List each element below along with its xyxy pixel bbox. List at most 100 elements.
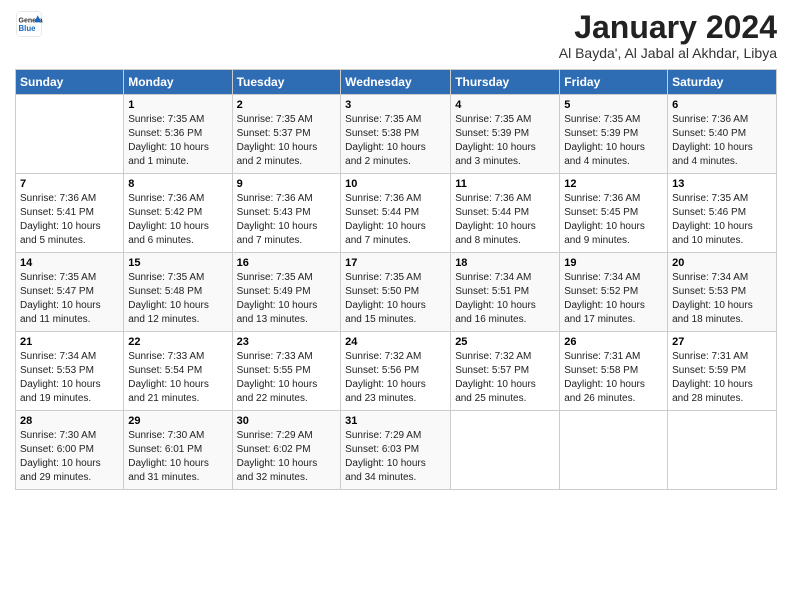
day-number: 26 [564, 336, 663, 348]
header-day-monday: Monday [124, 70, 232, 95]
day-number: 22 [128, 336, 227, 348]
day-number: 18 [455, 257, 555, 269]
day-number: 23 [237, 336, 337, 348]
day-info: Sunrise: 7:32 AM Sunset: 5:56 PM Dayligh… [345, 350, 446, 406]
day-cell: 12 Sunrise: 7:36 AM Sunset: 5:45 PM Dayli… [560, 174, 668, 253]
day-number: 6 [672, 99, 772, 111]
day-info: Sunrise: 7:36 AM Sunset: 5:44 PM Dayligh… [345, 192, 446, 248]
day-info: Sunrise: 7:31 AM Sunset: 5:58 PM Dayligh… [564, 350, 663, 406]
title-block: January 2024 Al Bayda', Al Jabal al Akhd… [559, 10, 777, 61]
day-info: Sunrise: 7:29 AM Sunset: 6:02 PM Dayligh… [237, 429, 337, 485]
header-day-sunday: Sunday [16, 70, 124, 95]
day-number: 10 [345, 178, 446, 190]
day-cell: 15Sunrise: 7:35 AM Sunset: 5:48 PM Dayli… [124, 253, 232, 332]
header-day-saturday: Saturday [668, 70, 777, 95]
week-row-3: 14 Sunrise: 7:35 AM Sunset: 5:47 PM Dayli… [16, 253, 777, 332]
day-cell: 26 Sunrise: 7:31 AM Sunset: 5:58 PM Dayli… [560, 332, 668, 411]
day-info: Sunrise: 7:34 AM Sunset: 5:52 PM Dayligh… [564, 271, 663, 327]
day-cell: 7Sunrise: 7:36 AM Sunset: 5:41 PM Daylig… [16, 174, 124, 253]
header-day-friday: Friday [560, 70, 668, 95]
day-number: 1 [128, 99, 227, 111]
day-cell: 28 Sunrise: 7:30 AM Sunset: 6:00 PM Dayli… [16, 411, 124, 490]
day-cell [451, 411, 560, 490]
day-info: Sunrise: 7:35 AM Sunset: 5:47 PM Dayligh… [20, 271, 119, 327]
day-info: Sunrise: 7:35 AM Sunset: 5:49 PM Dayligh… [237, 271, 337, 327]
day-number: 14 [20, 257, 119, 269]
day-info: Sunrise: 7:34 AM Sunset: 5:51 PM Dayligh… [455, 271, 555, 327]
day-cell: 16 Sunrise: 7:35 AM Sunset: 5:49 PM Dayli… [232, 253, 341, 332]
week-row-1: 1 Sunrise: 7:35 AM Sunset: 5:36 PM Daylig… [16, 95, 777, 174]
day-number: 15 [128, 257, 227, 269]
day-number: 27 [672, 336, 772, 348]
day-number: 29 [128, 415, 227, 427]
day-number: 19 [564, 257, 663, 269]
day-cell: 10 Sunrise: 7:36 AM Sunset: 5:44 PM Dayli… [341, 174, 451, 253]
day-info: Sunrise: 7:33 AM Sunset: 5:55 PM Dayligh… [237, 350, 337, 406]
logo: General Blue [15, 10, 43, 38]
day-info: Sunrise: 7:36 AM Sunset: 5:45 PM Dayligh… [564, 192, 663, 248]
week-row-2: 7Sunrise: 7:36 AM Sunset: 5:41 PM Daylig… [16, 174, 777, 253]
day-info: Sunrise: 7:34 AM Sunset: 5:53 PM Dayligh… [672, 271, 772, 327]
day-number: 11 [455, 178, 555, 190]
day-cell: 27Sunrise: 7:31 AM Sunset: 5:59 PM Dayli… [668, 332, 777, 411]
day-number: 2 [237, 99, 337, 111]
day-number: 30 [237, 415, 337, 427]
day-info: Sunrise: 7:32 AM Sunset: 5:57 PM Dayligh… [455, 350, 555, 406]
day-number: 12 [564, 178, 663, 190]
day-number: 9 [237, 178, 337, 190]
day-info: Sunrise: 7:35 AM Sunset: 5:39 PM Dayligh… [455, 113, 555, 169]
day-cell [668, 411, 777, 490]
day-cell [560, 411, 668, 490]
day-number: 17 [345, 257, 446, 269]
day-cell: 25 Sunrise: 7:32 AM Sunset: 5:57 PM Dayli… [451, 332, 560, 411]
day-number: 8 [128, 178, 227, 190]
day-number: 20 [672, 257, 772, 269]
day-info: Sunrise: 7:34 AM Sunset: 5:53 PM Dayligh… [20, 350, 119, 406]
day-number: 31 [345, 415, 446, 427]
day-number: 28 [20, 415, 119, 427]
day-cell: 22 Sunrise: 7:33 AM Sunset: 5:54 PM Dayli… [124, 332, 232, 411]
calendar-table: SundayMondayTuesdayWednesdayThursdayFrid… [15, 69, 777, 490]
day-cell: 14 Sunrise: 7:35 AM Sunset: 5:47 PM Dayli… [16, 253, 124, 332]
day-info: Sunrise: 7:33 AM Sunset: 5:54 PM Dayligh… [128, 350, 227, 406]
header-row: SundayMondayTuesdayWednesdayThursdayFrid… [16, 70, 777, 95]
header-day-thursday: Thursday [451, 70, 560, 95]
week-row-5: 28 Sunrise: 7:30 AM Sunset: 6:00 PM Dayli… [16, 411, 777, 490]
day-number: 24 [345, 336, 446, 348]
day-cell: 13Sunrise: 7:35 AM Sunset: 5:46 PM Dayli… [668, 174, 777, 253]
day-info: Sunrise: 7:30 AM Sunset: 6:01 PM Dayligh… [128, 429, 227, 485]
day-number: 7 [20, 178, 119, 190]
calendar-title: January 2024 [559, 10, 777, 45]
day-cell: 5 Sunrise: 7:35 AM Sunset: 5:39 PM Daylig… [560, 95, 668, 174]
day-info: Sunrise: 7:35 AM Sunset: 5:37 PM Dayligh… [237, 113, 337, 169]
day-cell: 9 Sunrise: 7:36 AM Sunset: 5:43 PM Daylig… [232, 174, 341, 253]
day-info: Sunrise: 7:30 AM Sunset: 6:00 PM Dayligh… [20, 429, 119, 485]
day-cell: 19 Sunrise: 7:34 AM Sunset: 5:52 PM Dayli… [560, 253, 668, 332]
day-info: Sunrise: 7:36 AM Sunset: 5:44 PM Dayligh… [455, 192, 555, 248]
day-cell: 18 Sunrise: 7:34 AM Sunset: 5:51 PM Dayli… [451, 253, 560, 332]
day-cell: 11 Sunrise: 7:36 AM Sunset: 5:44 PM Dayli… [451, 174, 560, 253]
header-day-wednesday: Wednesday [341, 70, 451, 95]
day-cell [16, 95, 124, 174]
day-info: Sunrise: 7:35 AM Sunset: 5:36 PM Dayligh… [128, 113, 227, 169]
day-cell: 3 Sunrise: 7:35 AM Sunset: 5:38 PM Daylig… [341, 95, 451, 174]
day-cell: 6 Sunrise: 7:36 AM Sunset: 5:40 PM Daylig… [668, 95, 777, 174]
day-number: 5 [564, 99, 663, 111]
day-info: Sunrise: 7:35 AM Sunset: 5:39 PM Dayligh… [564, 113, 663, 169]
page-header: General Blue January 2024 Al Bayda', Al … [15, 10, 777, 61]
day-number: 16 [237, 257, 337, 269]
day-cell: 1 Sunrise: 7:35 AM Sunset: 5:36 PM Daylig… [124, 95, 232, 174]
day-number: 13 [672, 178, 772, 190]
day-info: Sunrise: 7:36 AM Sunset: 5:43 PM Dayligh… [237, 192, 337, 248]
calendar-subtitle: Al Bayda', Al Jabal al Akhdar, Libya [559, 45, 777, 61]
day-number: 21 [20, 336, 119, 348]
day-cell: 23 Sunrise: 7:33 AM Sunset: 5:55 PM Dayli… [232, 332, 341, 411]
day-cell: 24 Sunrise: 7:32 AM Sunset: 5:56 PM Dayli… [341, 332, 451, 411]
day-number: 3 [345, 99, 446, 111]
svg-text:Blue: Blue [19, 24, 37, 33]
day-number: 25 [455, 336, 555, 348]
day-cell: 31Sunrise: 7:29 AM Sunset: 6:03 PM Dayli… [341, 411, 451, 490]
day-info: Sunrise: 7:36 AM Sunset: 5:40 PM Dayligh… [672, 113, 772, 169]
day-info: Sunrise: 7:35 AM Sunset: 5:38 PM Dayligh… [345, 113, 446, 169]
day-cell: 2 Sunrise: 7:35 AM Sunset: 5:37 PM Daylig… [232, 95, 341, 174]
